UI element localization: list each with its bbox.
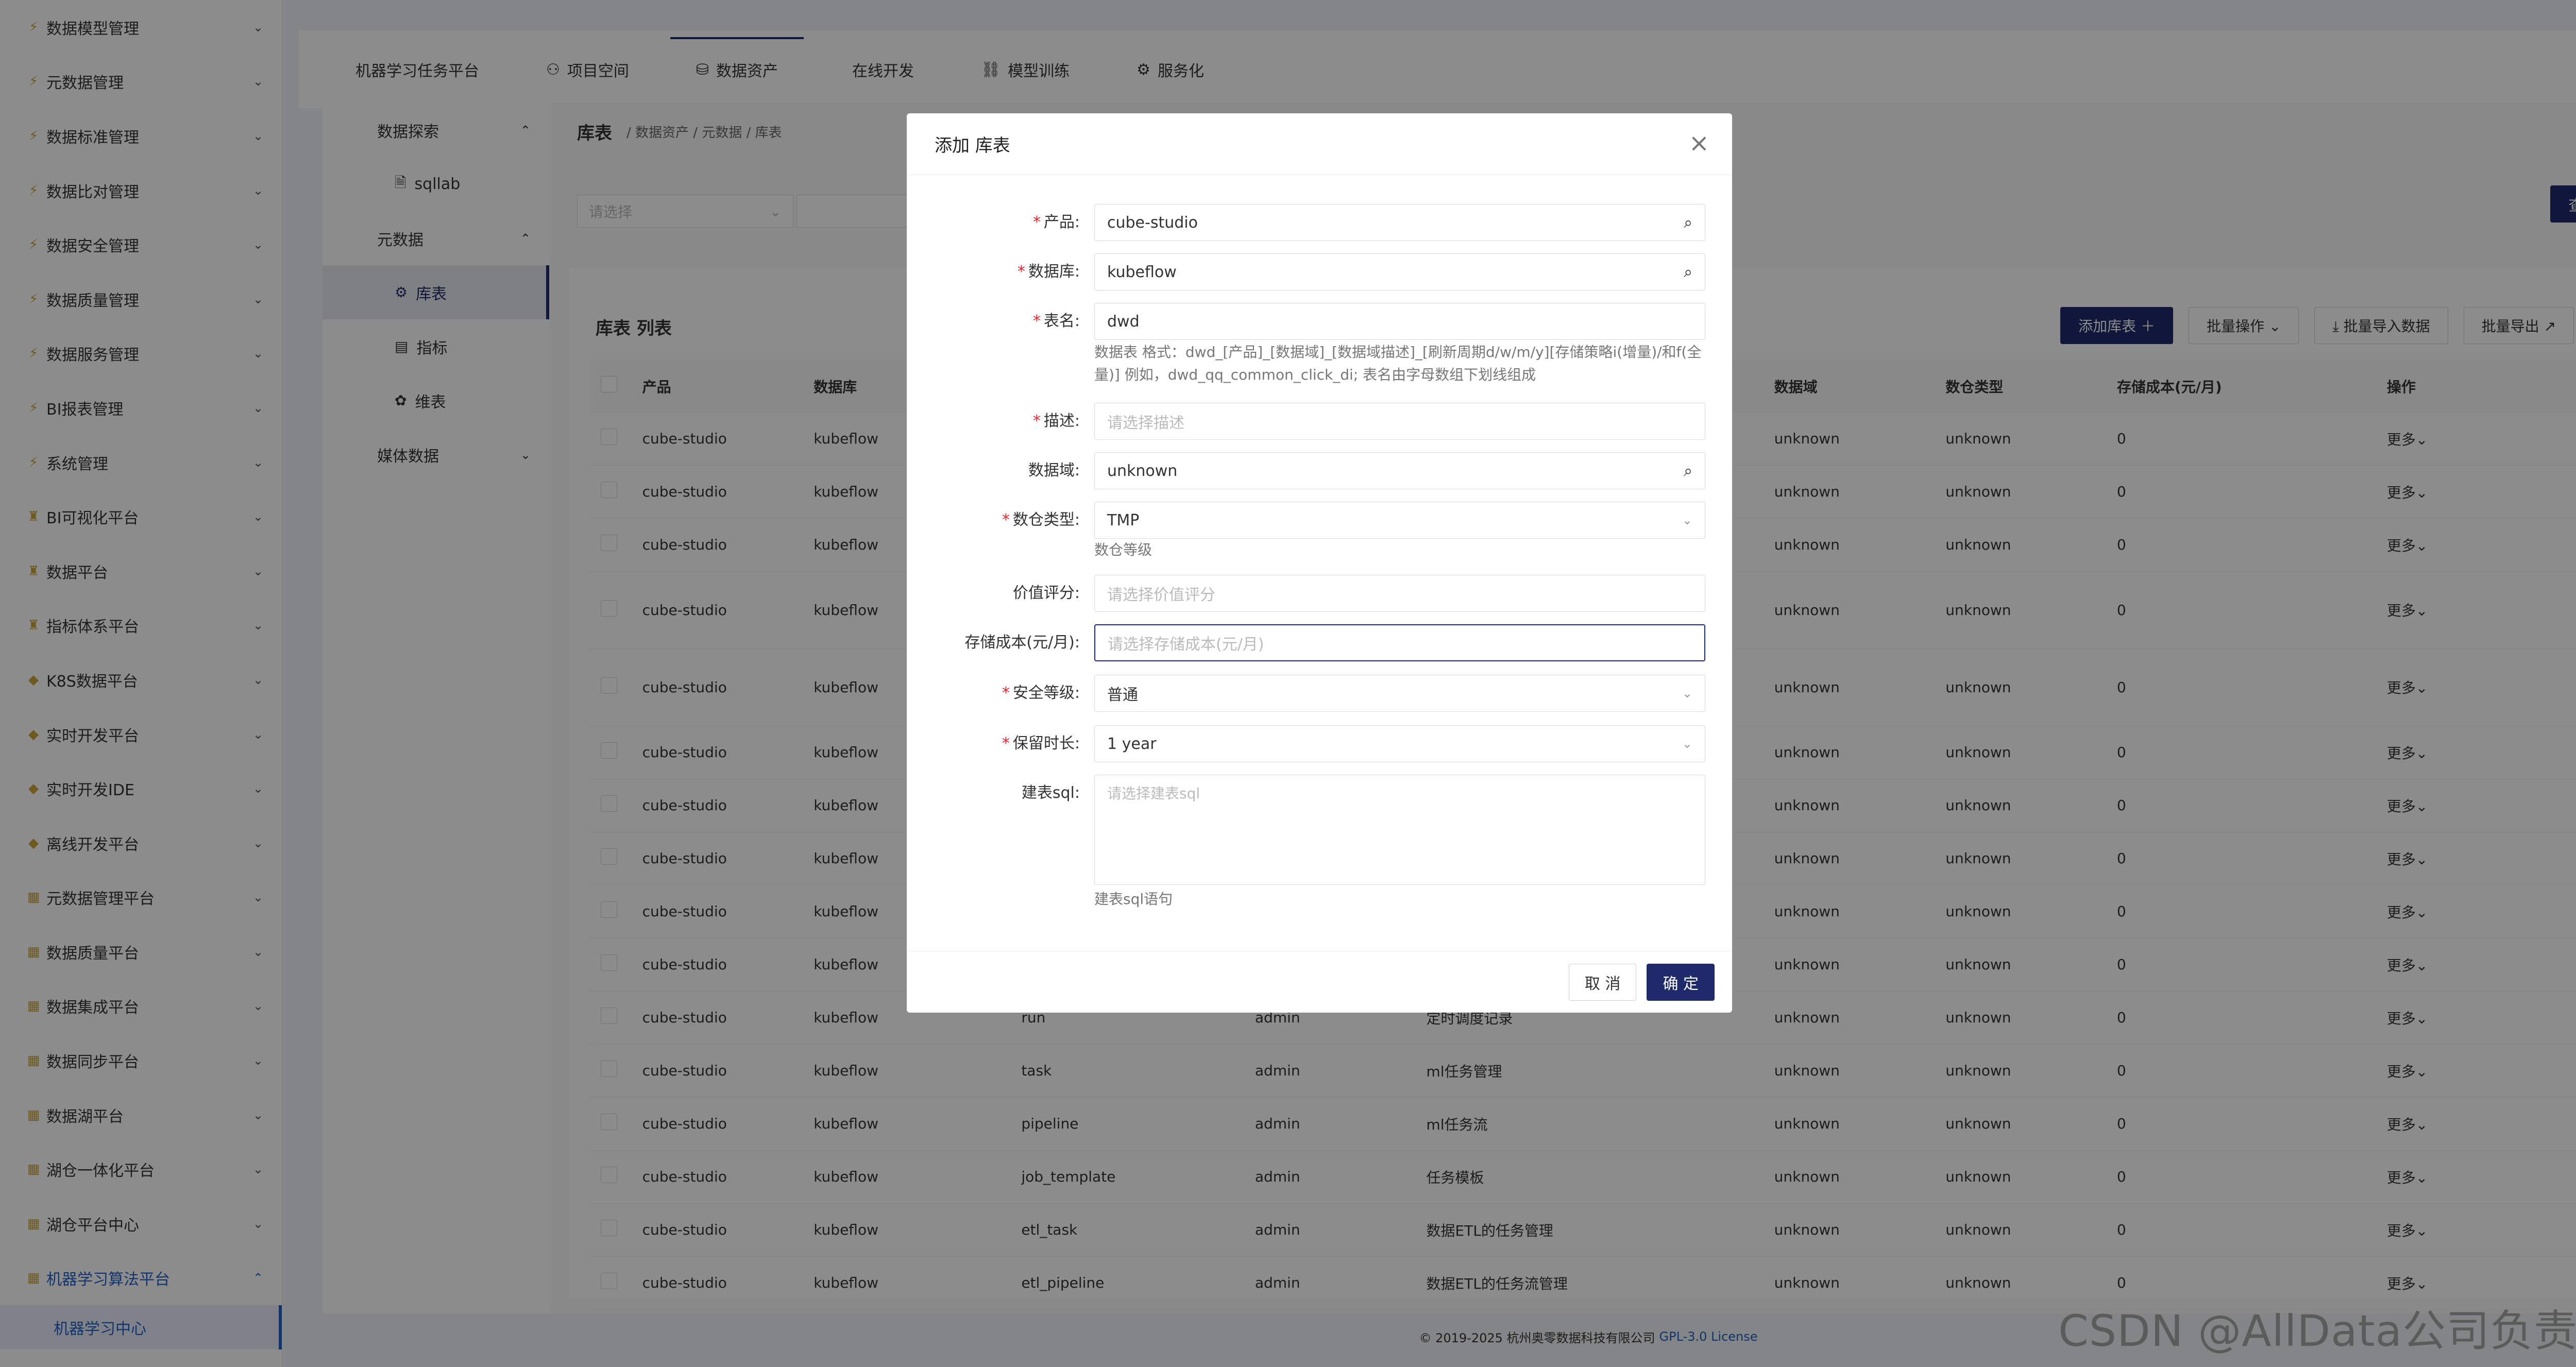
cost-input[interactable]: 请选择存储成本(元/月) [1094,624,1705,661]
retention-select[interactable]: 1 year ⌄ [1094,725,1705,762]
field-label: 存储成本(元/月): [964,634,1080,652]
add-table-modal: 添加 库表 × * 产品: cube-studio ⌕ * 数据库: kubeflo… [907,113,1732,1013]
sql-textarea[interactable]: 请选择建表sql [1094,775,1705,885]
form-row-product: * 产品: cube-studio ⌕ [907,204,1732,241]
field-label: * 安全等级: [1002,684,1080,702]
form-row-value-score: 价值评分: 请选择价值评分 [907,575,1732,612]
field-label: * 保留时长: [1002,734,1080,753]
database-value: kubeflow [1107,263,1177,281]
cancel-button[interactable]: 取 消 [1568,963,1637,1001]
form-row-database: * 数据库: kubeflow ⌕ [907,253,1732,291]
field-label: 数据域: [1028,462,1080,480]
field-label: * 数仓类型: [1002,511,1080,529]
form-row-cost: 存储成本(元/月): 请选择存储成本(元/月) [907,624,1732,661]
form-row-desc: * 描述: 请选择描述 [907,403,1732,440]
field-label: * 产品: [1032,213,1080,231]
search-icon[interactable]: ⌕ [1684,214,1692,232]
dw-type-value: TMP [1107,511,1140,529]
search-icon[interactable]: ⌕ [1684,462,1692,480]
sql-placeholder: 请选择建表sql [1107,785,1200,802]
dw-type-select[interactable]: TMP ⌄ [1094,502,1705,539]
security-value: 普通 [1107,686,1138,704]
retention-value: 1 year [1107,734,1157,753]
form-row-dw-type: * 数仓类型: TMP ⌄ [907,502,1732,539]
field-label: * 表名: [1032,312,1080,330]
form-row-security: * 安全等级: 普通 ⌄ [907,675,1732,712]
desc-input[interactable]: 请选择描述 [1094,403,1705,440]
form-row-domain: 数据域: unknown ⌕ [907,452,1732,489]
modal-header: 添加 库表 × [907,113,1732,175]
field-label: * 描述: [1032,412,1080,430]
form-row-retention: * 保留时长: 1 year ⌄ [907,725,1732,762]
modal-title: 添加 库表 [935,135,1010,156]
search-icon[interactable]: ⌕ [1684,263,1692,281]
domain-value: unknown [1107,462,1178,480]
cost-placeholder: 请选择存储成本(元/月) [1108,636,1264,654]
field-label: 价值评分: [1012,584,1080,602]
table-name-input[interactable]: dwd [1094,303,1705,340]
sql-help: 建表sql语句 [1094,891,1173,908]
chevron-down-icon: ⌄ [1682,686,1692,700]
product-value: cube-studio [1107,213,1198,232]
domain-input[interactable]: unknown ⌕ [1094,452,1705,489]
database-input[interactable]: kubeflow ⌕ [1094,253,1705,291]
form-row-table-name: * 表名: dwd [907,303,1732,340]
security-select[interactable]: 普通 ⌄ [1094,675,1705,712]
desc-placeholder: 请选择描述 [1107,414,1184,432]
field-label: 建表sql: [1021,784,1080,802]
chevron-down-icon: ⌄ [1682,513,1692,527]
value-score-placeholder: 请选择价值评分 [1107,586,1215,604]
chevron-down-icon: ⌄ [1682,737,1692,751]
modal-footer: 取 消 确 定 [907,951,1732,1013]
value-score-input[interactable]: 请选择价值评分 [1094,575,1705,612]
confirm-button[interactable]: 确 定 [1647,963,1715,1001]
product-input[interactable]: cube-studio ⌕ [1094,204,1705,241]
table-name-value: dwd [1107,312,1140,331]
close-icon[interactable]: × [1689,129,1709,158]
field-label: * 数据库: [1017,263,1080,281]
table-name-help: 数据表 格式：dwd_[产品]_[数据域]_[数据域描述]_[刷新周期d/w/m… [1094,344,1702,383]
form-row-sql: 建表sql: 请选择建表sql [907,775,1732,885]
dw-type-help: 数仓等级 [1094,541,1153,558]
